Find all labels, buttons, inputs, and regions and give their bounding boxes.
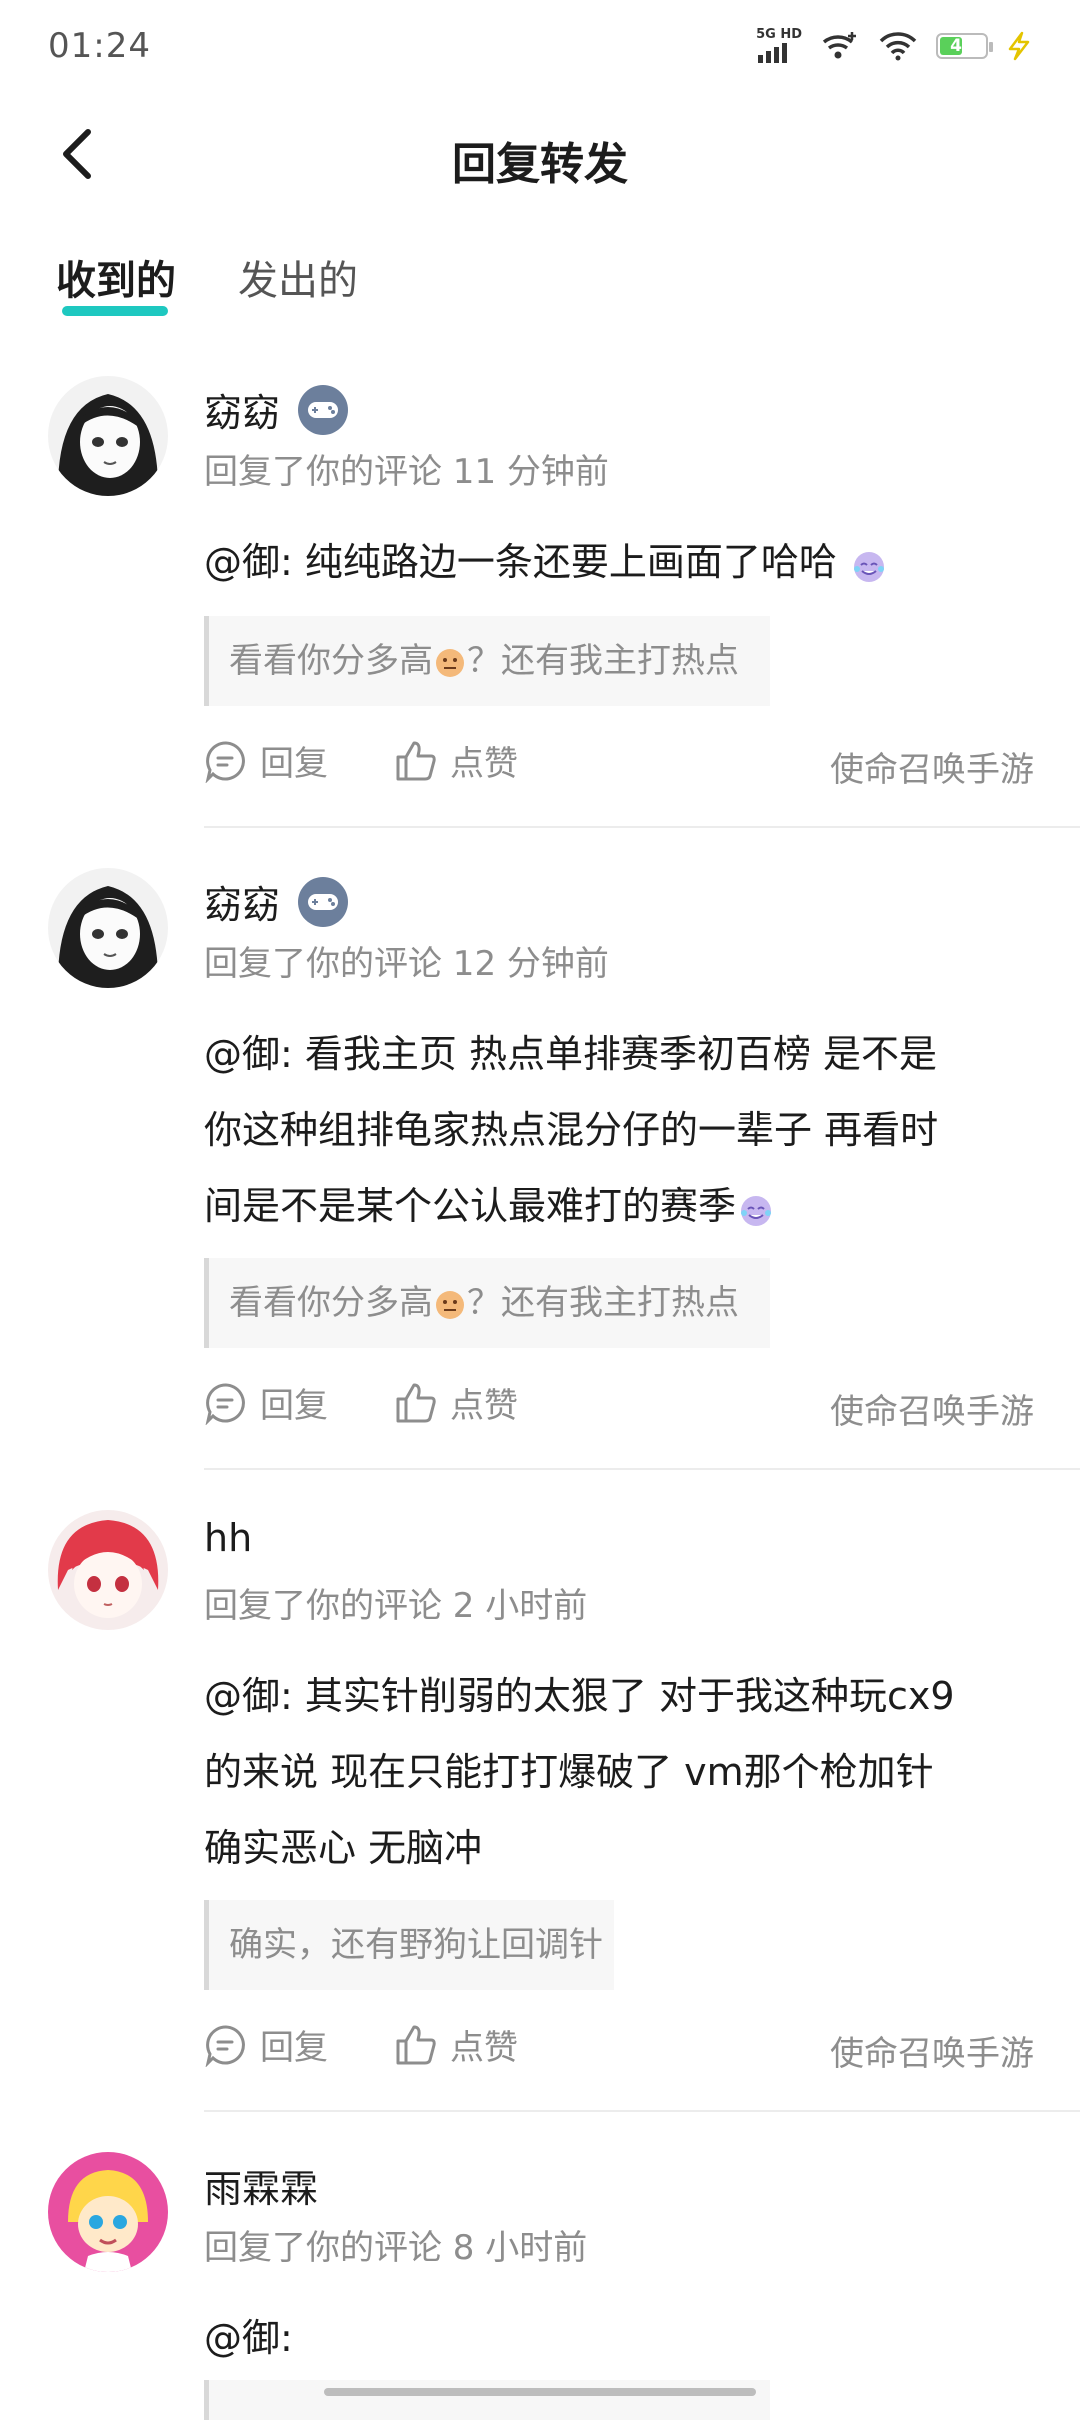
reply-button[interactable]: 回复 (204, 2020, 328, 2069)
quoted-text: 确实，还有野狗让回调针 (229, 1925, 603, 1965)
comment-text: @御: 看我主页 热点单排赛季初百榜 是不是 你这种组排龟家热点混分仔的一辈子 … (204, 1016, 1024, 1244)
reply-label: 回复 (260, 744, 328, 784)
comment-text-line: 的来说 现在只能打打爆破了 vm那个枪加针 (204, 1750, 934, 1794)
game-controller-icon (298, 876, 349, 927)
tab-active-indicator (62, 306, 168, 316)
comment-text: @御: (204, 2316, 293, 2360)
comment-text: @御: 其实针削弱的太狠了 对于我这种玩cx9 的来说 现在只能打打爆破了 vm… (204, 1658, 1024, 1886)
tab-received-label: 收到的 (56, 258, 176, 304)
comment-item[interactable]: 窈窈 回复了你的评论 11 分钟前 @御: 纯纯路边一条还要上画面了哈哈 看看你… (0, 376, 1080, 828)
comment-actions: 回复 点赞 使命召唤手游 (204, 736, 1034, 796)
reply-bubble-icon (205, 740, 245, 783)
source-game-link[interactable]: 使命召唤手游 (830, 2026, 1034, 2075)
quoted-comment[interactable]: 看看你分多高 ？还有我主打热点 (204, 616, 770, 706)
comment-meta: 回复了你的评论 11 分钟前 (204, 452, 609, 492)
quoted-text-end: ？还有我主打热点 (467, 1283, 739, 1323)
comment-meta: 回复了你的评论 8 小时前 (204, 2228, 588, 2268)
comment-text: @御: 纯纯路边一条还要上画面了哈哈 (204, 524, 1024, 600)
comment-meta: 回复了你的评论 2 小时前 (204, 1586, 588, 1626)
quoted-text-start: 看看你分多高 (229, 641, 433, 681)
home-indicator[interactable] (324, 2388, 756, 2396)
avatar[interactable] (48, 1510, 168, 1630)
comment-text-content: @御: 纯纯路边一条还要上画面了哈哈 (204, 540, 837, 584)
thumbs-up-icon (396, 741, 436, 780)
username-text: 窈窈 (204, 883, 281, 927)
status-bar: 01:24 5G HD 45 (0, 0, 1080, 96)
reply-bubble-icon (205, 2024, 245, 2067)
comment-text-line: 确实恶心 无脑冲 (204, 1826, 483, 1870)
thumbs-up-icon (396, 1383, 436, 1422)
quoted-text-end: ？还有我主打热点 (467, 641, 739, 681)
reply-bubble-icon (205, 1382, 245, 1425)
username[interactable]: hh (204, 1516, 252, 1560)
comment-actions: 回复 点赞 使命召唤手游 (204, 1378, 1034, 1438)
like-button[interactable]: 点赞 (394, 2020, 518, 2069)
battery-level: 45 (950, 35, 974, 56)
comment-text-line: 你这种组排龟家热点混分仔的一辈子 再看时 (204, 1108, 939, 1152)
quoted-comment[interactable]: 看看你分多高 ？还有我主打热点 (204, 1258, 770, 1348)
tab-bar: 收到的 发出的 (0, 248, 1080, 328)
top-nav: 回复转发 (0, 110, 1080, 200)
laughing-crying-emoji-icon (853, 551, 884, 582)
laughing-crying-emoji-icon (741, 1195, 772, 1226)
like-label: 点赞 (450, 1386, 518, 1426)
thinking-emoji-icon (436, 648, 464, 677)
quoted-text-start: 看看你分多高 (229, 1283, 433, 1323)
network-label: 5G HD (756, 27, 802, 42)
signal-plus-icon (822, 31, 856, 58)
divider (204, 1468, 1080, 1470)
comment-actions: 回复 点赞 使命召唤手游 (204, 2020, 1034, 2080)
comment-text-line: 间是不是某个公认最难打的赛季 (204, 1184, 737, 1228)
source-game-link[interactable]: 使命召唤手游 (830, 1384, 1034, 1433)
like-button[interactable]: 点赞 (394, 736, 518, 785)
thinking-emoji-icon (436, 1290, 464, 1319)
thumbs-up-icon (396, 2025, 436, 2064)
comment-text-line: @御: 看我主页 热点单排赛季初百榜 是不是 (204, 1032, 938, 1076)
like-label: 点赞 (450, 2028, 518, 2068)
comment-item[interactable]: 窈窈 回复了你的评论 12 分钟前 @御: 看我主页 热点单排赛季初百榜 是不是… (0, 868, 1080, 1470)
quoted-comment[interactable] (204, 2380, 770, 2420)
comment-text-line: @御: 其实针削弱的太狠了 对于我这种玩cx9 (204, 1674, 955, 1718)
page-title: 回复转发 (452, 139, 628, 190)
username-text: hh (204, 1516, 253, 1560)
game-controller-icon (298, 384, 349, 435)
username-text: 雨霖霖 (204, 2167, 319, 2211)
status-icons: 5G HD 45 (756, 28, 1032, 63)
avatar[interactable] (48, 376, 168, 496)
like-label: 点赞 (450, 744, 518, 784)
avatar[interactable] (48, 2152, 168, 2272)
charging-bolt-icon (1008, 31, 1030, 60)
divider (204, 2110, 1080, 2112)
tab-sent[interactable]: 发出的 (238, 248, 358, 306)
battery-icon: 45 (936, 32, 993, 59)
reply-button[interactable]: 回复 (204, 1378, 328, 1427)
tab-received[interactable]: 收到的 (56, 248, 176, 316)
quoted-comment[interactable]: 确实，还有野狗让回调针 (204, 1900, 614, 1990)
username[interactable]: 窈窈 (204, 874, 349, 929)
username-text: 窈窈 (204, 391, 281, 435)
avatar[interactable] (48, 868, 168, 988)
reply-button[interactable]: 回复 (204, 736, 328, 785)
reply-label: 回复 (260, 1386, 328, 1426)
signal-icon: 5G HD (756, 28, 802, 63)
comment-meta: 回复了你的评论 12 分钟前 (204, 944, 609, 984)
wifi-icon (879, 31, 917, 60)
status-time: 01:24 (48, 26, 151, 66)
comment-item[interactable]: hh 回复了你的评论 2 小时前 @御: 其实针削弱的太狠了 对于我这种玩cx9… (0, 1510, 1080, 2112)
divider (204, 826, 1080, 828)
username[interactable]: 雨霖霖 (204, 2158, 318, 2213)
username[interactable]: 窈窈 (204, 382, 349, 437)
source-game-link[interactable]: 使命召唤手游 (830, 742, 1034, 791)
reply-label: 回复 (260, 2028, 328, 2068)
like-button[interactable]: 点赞 (394, 1378, 518, 1427)
comment-item[interactable]: 雨霖霖 回复了你的评论 8 小时前 @御: (0, 2152, 1080, 2420)
